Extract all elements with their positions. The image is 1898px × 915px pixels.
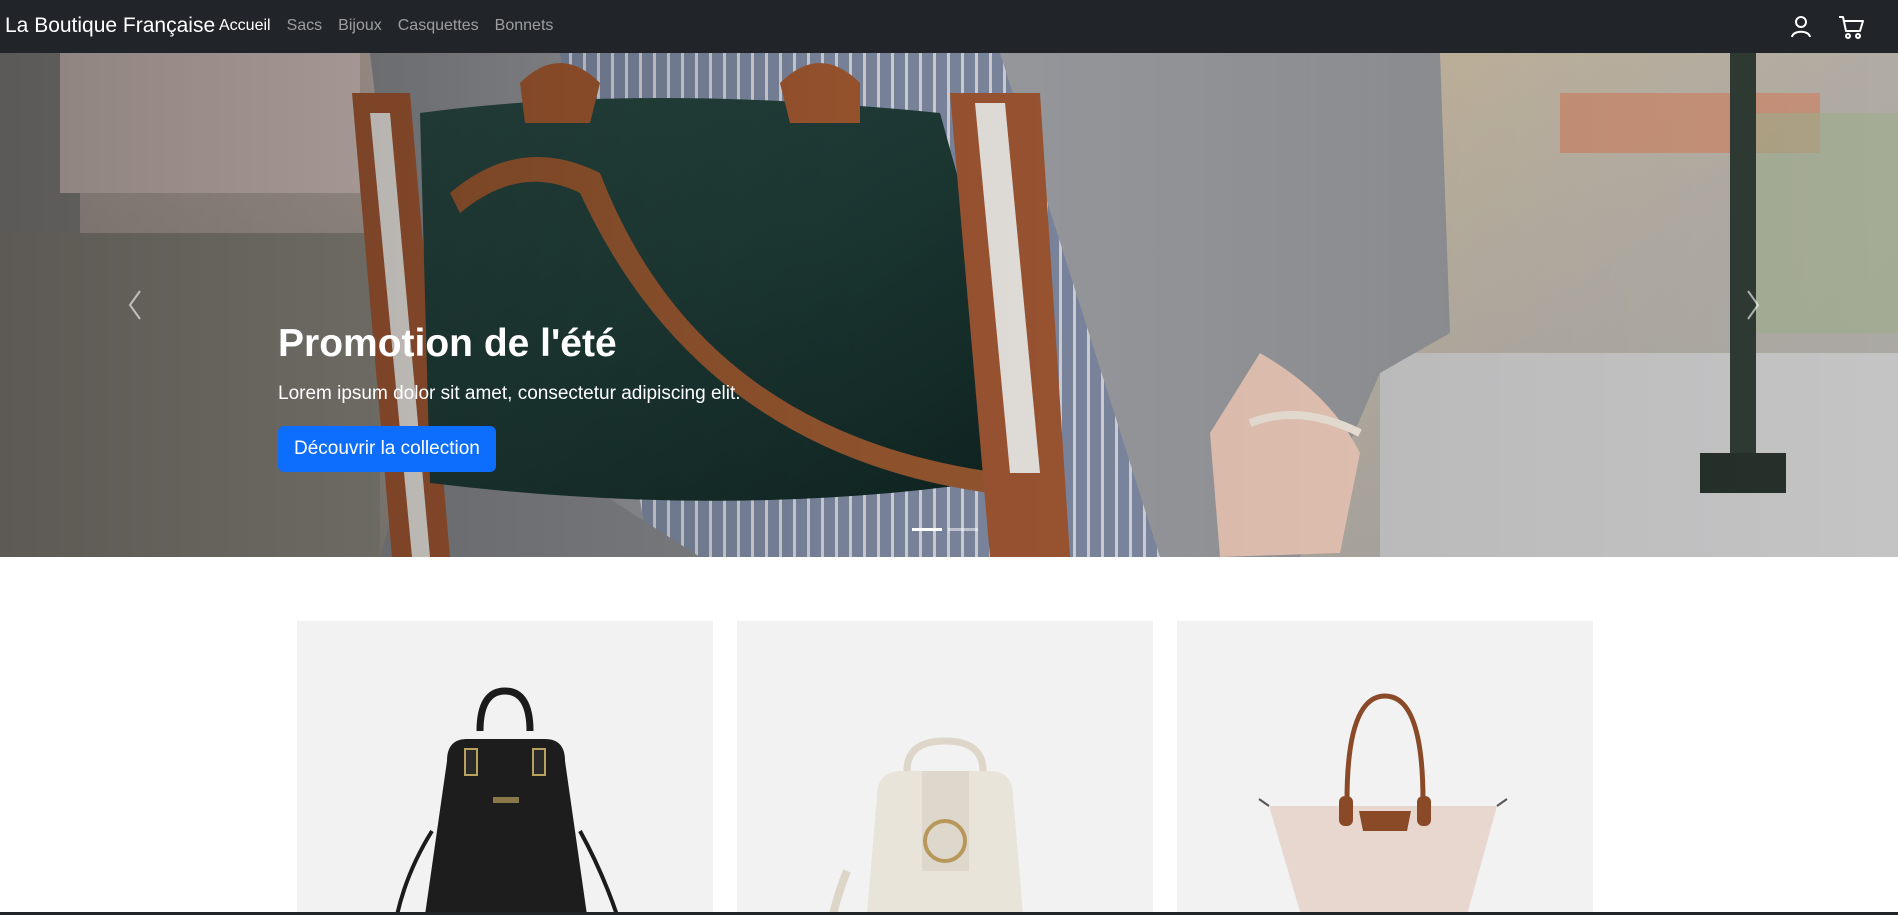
nav-link-accueil[interactable]: Accueil: [219, 15, 271, 36]
chevron-left-icon: [128, 290, 141, 320]
cart-icon[interactable]: [1837, 13, 1865, 41]
nav-link-bijoux[interactable]: Bijoux: [338, 15, 382, 36]
cream-backpack-image: [737, 621, 1153, 915]
product-grid: [297, 621, 1594, 915]
nav-link-sacs[interactable]: Sacs: [287, 15, 323, 36]
navbar: La Boutique Française Accueil Sacs Bijou…: [0, 0, 1898, 53]
hero-title: Promotion de l'été: [278, 322, 617, 365]
carousel-indicator-2[interactable]: [948, 528, 978, 531]
black-handbag-image: [297, 621, 713, 915]
product-card-2[interactable]: [737, 621, 1153, 915]
nav-link-casquettes[interactable]: Casquettes: [398, 15, 479, 36]
discover-collection-button[interactable]: Découvrir la collection: [278, 426, 496, 472]
nav-item-bonnets: Bonnets: [495, 15, 570, 36]
carousel-indicator-1[interactable]: [912, 528, 942, 531]
user-icon[interactable]: [1787, 13, 1815, 41]
hero-image: [0, 53, 1898, 557]
product-card-1[interactable]: [297, 621, 713, 915]
nav-item-sacs: Sacs: [287, 15, 339, 36]
nav-item-bijoux: Bijoux: [338, 15, 398, 36]
nav-icons: [1787, 13, 1865, 41]
chevron-right-icon: [1747, 290, 1760, 320]
beige-tote-image: [1177, 621, 1593, 915]
hero-caption: Promotion de l'été Lorem ipsum dolor sit…: [278, 320, 978, 472]
carousel-next-button[interactable]: [1738, 283, 1768, 327]
nav-menu: Accueil Sacs Bijoux Casquettes Bonnets: [219, 15, 569, 36]
carousel-indicators: [912, 528, 978, 531]
product-card-3[interactable]: [1177, 621, 1593, 915]
nav-link-bonnets[interactable]: Bonnets: [495, 15, 554, 36]
brand-logo[interactable]: La Boutique Française: [5, 13, 215, 39]
carousel-prev-button[interactable]: [120, 283, 150, 327]
hero-carousel: Promotion de l'été Lorem ipsum dolor sit…: [0, 53, 1898, 557]
nav-item-casquettes: Casquettes: [398, 15, 495, 36]
nav-item-accueil: Accueil: [219, 15, 287, 36]
hero-subtitle: Lorem ipsum dolor sit amet, consectetur …: [278, 383, 741, 404]
